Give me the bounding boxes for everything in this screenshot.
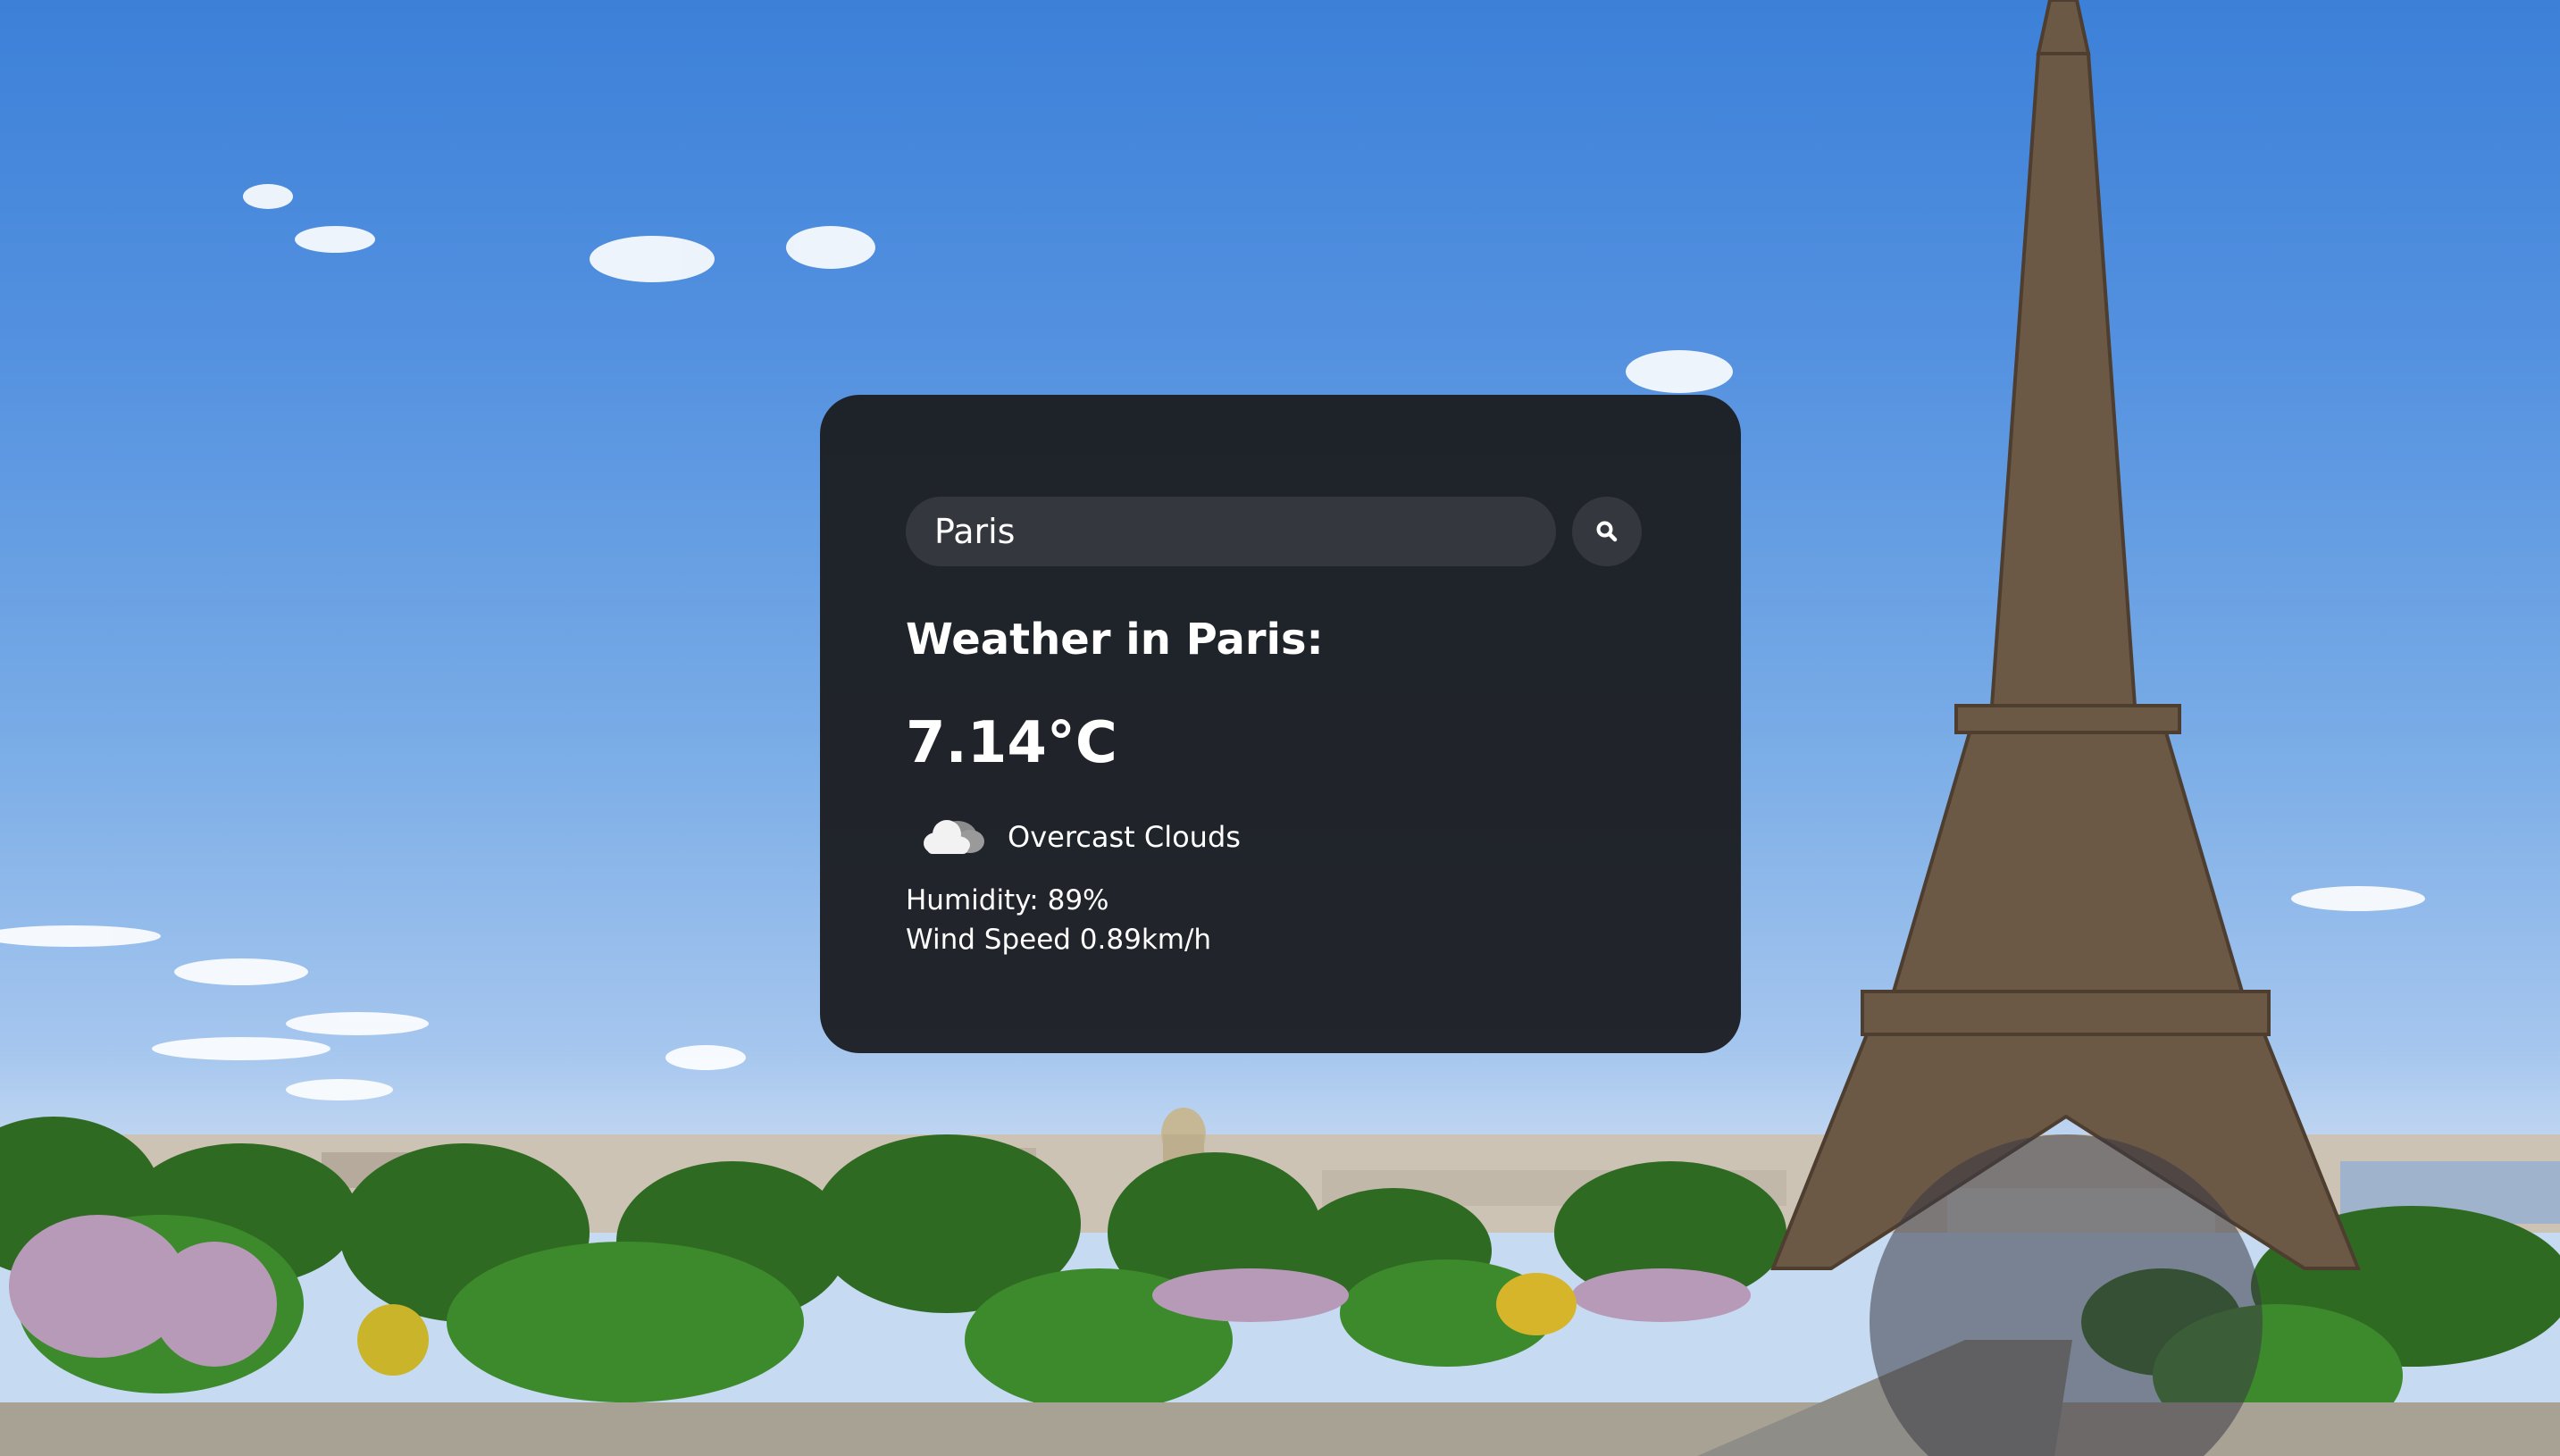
search-button[interactable] [1572,497,1642,566]
weather-description-row: Overcast Clouds [906,807,1655,866]
temperature-value: 7.14°C [906,710,1117,776]
overcast-clouds-icon [924,820,984,854]
humidity-text: Humidity: 89% [906,884,1109,916]
weather-description: Overcast Clouds [1008,820,1241,854]
search-bar [906,497,1655,566]
weather-app: Weather in Paris: 7.14°C Overcast Clouds… [0,0,2560,1456]
weather-details: Humidity: 89% Wind Speed 0.89km/h [906,881,1655,959]
search-icon [1596,521,1618,542]
search-input[interactable] [906,497,1556,566]
weather-title: Weather in Paris: [906,615,1324,665]
wind-speed-text: Wind Speed 0.89km/h [906,924,1212,956]
weather-card: Weather in Paris: 7.14°C Overcast Clouds… [820,395,1741,1053]
